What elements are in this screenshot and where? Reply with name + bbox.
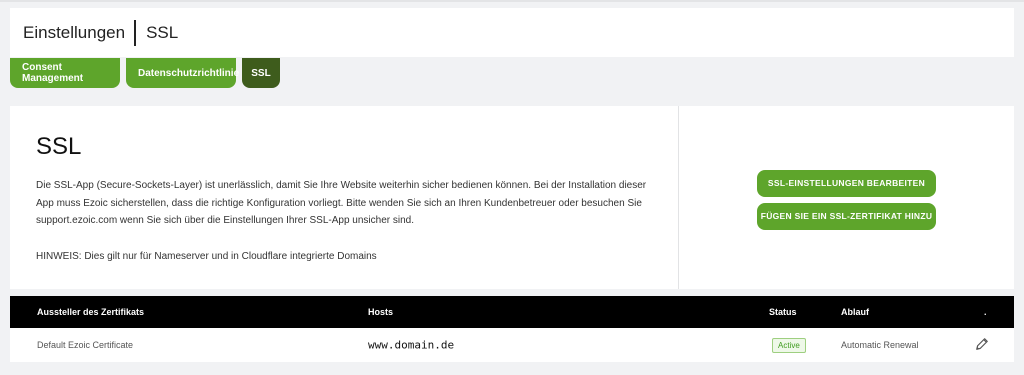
edit-ssl-settings-button[interactable]: SSL-EINSTELLUNGEN BEARBEITEN [757,169,936,197]
cell-status: Active [772,338,806,353]
ssl-info: SSL Die SSL-App (Secure-Sockets-Layer) i… [10,106,679,289]
tab-consent-management[interactable]: Consent Management [10,58,120,88]
breadcrumb-section: Einstellungen [23,22,126,42]
pencil-icon[interactable] [975,337,989,351]
cell-action [975,337,989,353]
table-header: Aussteller des Zertifikats Hosts Status … [10,296,1014,328]
column-header-status: Status [769,307,797,317]
column-header-action: . [984,307,987,317]
table-row: Default Ezoic Certificate www.domain.de … [10,328,1014,362]
status-badge: Active [772,338,806,353]
breadcrumb-separator [134,19,137,46]
tab-bar: Consent Management Datenschutzrichtlinie… [10,58,280,88]
ssl-actions: SSL-EINSTELLUNGEN BEARBEITEN FÜGEN SIE E… [679,106,1014,289]
top-border [0,0,1024,2]
tab-datenschutzrichtlinie[interactable]: Datenschutzrichtlinie [126,58,239,88]
column-header-hosts: Hosts [368,307,394,317]
tab-ssl[interactable]: SSL [242,58,280,88]
cell-hosts: www.domain.de [368,338,455,352]
ssl-note: HINWEIS: Dies gilt nur für Nameserver un… [36,250,377,262]
cell-expiry: Automatic Renewal [841,340,919,350]
certificates-table: Aussteller des Zertifikats Hosts Status … [10,296,1014,362]
cell-issuer: Default Ezoic Certificate [37,340,134,350]
ssl-description: Die SSL-App (Secure-Sockets-Layer) ist u… [36,180,647,226]
column-header-issuer: Aussteller des Zertifikats [37,307,145,317]
ssl-heading: SSL [36,133,82,160]
column-header-expiry: Ablauf [841,307,869,317]
page-header: Einstellungen SSL [10,8,1014,57]
page-title: SSL [146,22,179,42]
add-ssl-certificate-button[interactable]: FÜGEN SIE EIN SSL-ZERTIFIKAT HINZU [757,202,936,230]
ssl-panel: SSL Die SSL-App (Secure-Sockets-Layer) i… [10,106,1014,289]
